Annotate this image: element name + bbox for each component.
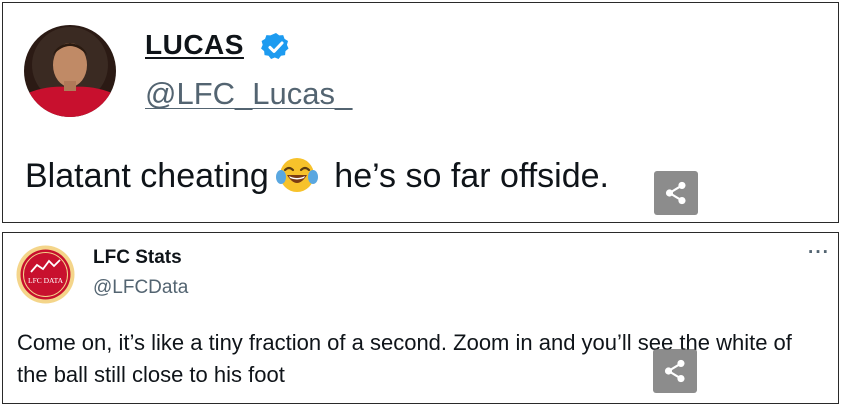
tweet-text: Come on, it’s like a tiny fraction of a …: [17, 330, 792, 387]
reply-tweet-card: LFC DATA LFC Stats @LFCData ··· Come on,…: [2, 232, 839, 404]
tweet-text-after: he’s so far offside.: [334, 157, 609, 195]
more-icon[interactable]: ···: [808, 242, 830, 264]
share-button[interactable]: [653, 349, 697, 393]
share-button[interactable]: [654, 171, 698, 215]
display-name[interactable]: LUCAS: [145, 29, 244, 61]
avatar[interactable]: LFC DATA: [16, 245, 75, 304]
joy-emoji: [275, 153, 319, 202]
share-icon: [664, 359, 685, 383]
user-handle[interactable]: @LFCData: [93, 277, 188, 299]
share-icon: [665, 181, 686, 205]
display-name[interactable]: LFC Stats: [93, 247, 182, 269]
tweet-text: Blatant cheating he’s so far offside.: [25, 153, 609, 202]
verified-badge-icon: [260, 31, 292, 63]
tweet-text-before: Blatant cheating: [25, 157, 269, 195]
avatar[interactable]: [24, 25, 116, 117]
quoted-tweet-card: LUCAS @LFC_Lucas_ Blatant cheating he’s …: [2, 2, 839, 223]
user-handle[interactable]: @LFC_Lucas_: [145, 76, 352, 112]
avatar-text: LFC DATA: [28, 276, 64, 285]
